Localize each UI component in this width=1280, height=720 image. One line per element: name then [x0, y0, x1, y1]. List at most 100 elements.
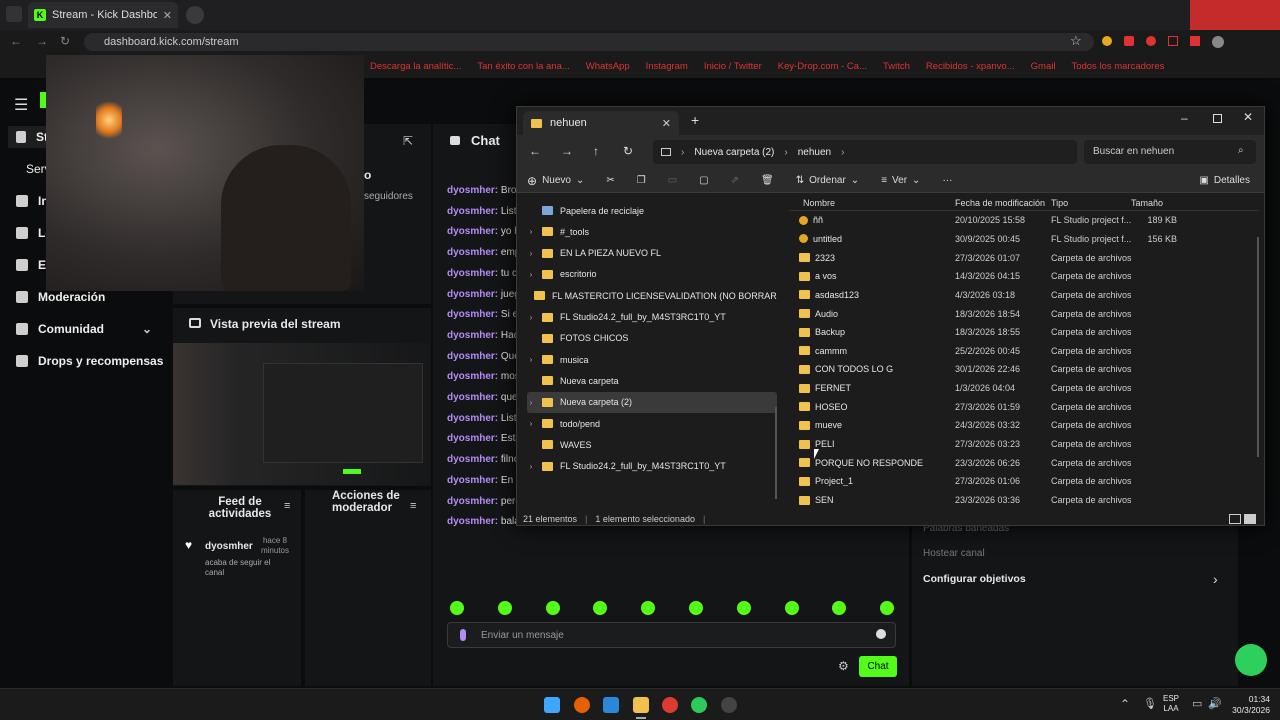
- sidebar-item-stream[interactable]: St: [8, 126, 48, 148]
- nav-tree-item[interactable]: › #_tools: [527, 221, 777, 242]
- chat-input[interactable]: Enviar un mensaje: [447, 622, 896, 648]
- bookmark-item[interactable]: Instagram: [646, 61, 688, 72]
- file-row[interactable]: mueve 24/3/2026 03:32 Carpeta de archivos: [789, 416, 1259, 435]
- copy-icon[interactable]: ❐: [637, 175, 646, 186]
- external-link-icon[interactable]: ⇱: [403, 134, 413, 148]
- close-window-button[interactable]: ✕: [1243, 110, 1253, 124]
- up-arrow-icon[interactable]: ↑: [593, 144, 599, 158]
- chat-username[interactable]: dyosmher:: [447, 309, 498, 320]
- maximize-button[interactable]: [1213, 114, 1222, 123]
- support-button[interactable]: [1235, 644, 1267, 676]
- rename-icon[interactable]: ▢: [699, 175, 708, 186]
- nav-tree-item[interactable]: WAVES: [527, 434, 777, 455]
- file-row[interactable]: Project_1 27/3/2026 01:06 Carpeta de archi…: [789, 472, 1259, 491]
- browser-tab-kick[interactable]: K Stream - Kick Dashboard ✕: [28, 2, 178, 28]
- chat-username[interactable]: dyosmher:: [447, 351, 498, 362]
- chat-username[interactable]: dyosmher:: [447, 226, 498, 237]
- nav-tree-item[interactable]: Nueva carpeta: [527, 370, 777, 391]
- emote-icon[interactable]: [497, 601, 512, 615]
- clock[interactable]: 01:34 30/3/2026: [1226, 694, 1270, 716]
- refresh-icon[interactable]: ↻: [623, 144, 633, 158]
- file-row[interactable]: cammm 25/2/2026 00:45 Carpeta de archivos: [789, 342, 1259, 361]
- url-field[interactable]: dashboard.kick.com/stream: [84, 33, 1094, 51]
- chat-message[interactable]: dyosmher: Hace: [447, 330, 517, 341]
- chat-username[interactable]: dyosmher:: [447, 516, 498, 527]
- cut-icon[interactable]: ✂: [606, 175, 614, 186]
- back-arrow-icon[interactable]: ←: [529, 144, 541, 158]
- chat-username[interactable]: dyosmher:: [447, 433, 498, 444]
- nav-tree-item[interactable]: › FL Studio24.2_full_by_M4ST3RC1T0_YT: [527, 307, 777, 328]
- new-tab-button[interactable]: [186, 6, 204, 24]
- file-row[interactable]: HOSEO 27/3/2026 01:59 Carpeta de archivos: [789, 398, 1259, 417]
- view-toggle-icons[interactable]: [1229, 514, 1256, 524]
- nav-tree-item[interactable]: FL MASTERCITO LICENSEVALIDATION (NO BORR…: [527, 285, 777, 306]
- more-options-icon[interactable]: ···: [942, 175, 952, 186]
- chevron-right-icon[interactable]: ›: [527, 227, 535, 236]
- sort-button[interactable]: ⇅ Ordenar ⌄: [796, 175, 859, 186]
- breadcrumb-item[interactable]: nehuen: [798, 147, 831, 158]
- bookmark-item-all[interactable]: Todos los marcadores: [1071, 61, 1164, 72]
- column-name[interactable]: Nombre: [789, 198, 955, 208]
- emote-icon[interactable]: [736, 601, 751, 615]
- column-type[interactable]: Tipo: [1051, 198, 1131, 208]
- close-tab-icon[interactable]: ✕: [662, 117, 671, 130]
- chat-username[interactable]: dyosmher:: [447, 475, 498, 486]
- chat-message[interactable]: dyosmher: Esta: [447, 433, 517, 444]
- chat-message[interactable]: dyosmher: balac: [447, 516, 517, 527]
- bookmark-star-icon[interactable]: ☆: [1070, 33, 1082, 49]
- browser-menu-icon[interactable]: [6, 6, 22, 22]
- emote-icon[interactable]: [784, 601, 799, 615]
- nav-tree-item[interactable]: FOTOS CHICOS: [527, 328, 777, 349]
- view-button[interactable]: ≡ Ver ⌄: [881, 175, 920, 186]
- nav-tree-item[interactable]: › todo/pend: [527, 413, 777, 434]
- chat-username[interactable]: dyosmher:: [447, 371, 498, 382]
- file-explorer-icon[interactable]: [633, 697, 649, 713]
- whatsapp-icon[interactable]: [691, 697, 707, 713]
- chevron-right-icon[interactable]: ›: [527, 462, 535, 471]
- share-icon[interactable]: ⇗: [731, 175, 739, 186]
- breadcrumb[interactable]: › Nueva carpeta (2) › nehuen ›: [653, 140, 1077, 164]
- column-date[interactable]: Fecha de modificación: [955, 198, 1051, 208]
- bookmark-item[interactable]: WhatsApp: [586, 61, 630, 72]
- chevron-right-icon[interactable]: ›: [527, 355, 535, 364]
- file-row[interactable]: 2323 27/3/2026 01:07 Carpeta de archivos: [789, 248, 1259, 267]
- chat-username[interactable]: dyosmher:: [447, 392, 498, 403]
- chevron-right-icon[interactable]: ›: [527, 398, 535, 407]
- chevron-right-icon[interactable]: ›: [527, 419, 535, 428]
- nav-tree-item[interactable]: Papelera de reciclaje: [527, 200, 777, 221]
- chat-message[interactable]: dyosmher: tu cu: [447, 268, 517, 279]
- firefox-icon[interactable]: [574, 697, 590, 713]
- nav-tree-item[interactable]: › escritorio: [527, 264, 777, 285]
- file-row[interactable]: untitled 30/9/2025 00:45 FL Studio project…: [789, 230, 1259, 249]
- file-row[interactable]: SEN 23/3/2026 03:36 Carpeta de archivos: [789, 491, 1259, 510]
- sidebar-item-community[interactable]: Comunidad ⌄: [16, 318, 176, 340]
- emote-icon[interactable]: [545, 601, 560, 615]
- emote-icon[interactable]: [450, 601, 464, 615]
- chat-message[interactable]: dyosmher: most: [447, 371, 517, 382]
- nav-tree-item[interactable]: › EN LA PIEZA NUEVO FL: [527, 243, 777, 264]
- chat-username[interactable]: dyosmher:: [447, 185, 498, 196]
- paste-icon[interactable]: ▭: [668, 175, 677, 186]
- file-row[interactable]: a vos 14/3/2026 04:15 Carpeta de archivos: [789, 267, 1259, 286]
- chat-message[interactable]: dyosmher: pero: [447, 496, 517, 507]
- back-arrow-icon[interactable]: ←: [10, 34, 22, 48]
- chat-username[interactable]: dyosmher:: [447, 330, 498, 341]
- microphone-icon[interactable]: [460, 629, 466, 641]
- chat-message[interactable]: dyosmher: jueg: [447, 289, 517, 300]
- extensions-icons[interactable]: [1102, 36, 1252, 48]
- file-row[interactable]: CON TODOS LO G 30/1/2026 22:46 Carpeta de …: [789, 360, 1259, 379]
- configure-goals-link[interactable]: Configurar objetivos: [923, 573, 1026, 585]
- sidebar-item-drops[interactable]: Drops y recompensas: [16, 350, 176, 372]
- filter-icon[interactable]: ≡: [410, 500, 416, 512]
- chat-message[interactable]: dyosmher: Listo: [447, 206, 517, 217]
- bookmark-item[interactable]: Gmail: [1031, 61, 1056, 72]
- microphone-tray-icon[interactable]: 🎙: [1143, 697, 1157, 710]
- chrome-icon[interactable]: [662, 697, 678, 713]
- chevron-right-icon[interactable]: ›: [527, 270, 535, 279]
- close-tab-icon[interactable]: ✕: [163, 9, 172, 22]
- new-button[interactable]: ⊕ Nuevo ⌄: [527, 174, 584, 188]
- chat-message[interactable]: dyosmher: que: [447, 392, 517, 403]
- bookmark-item[interactable]: Recibidos - xpanvo...: [926, 61, 1015, 72]
- windows-start-icon[interactable]: [544, 697, 560, 713]
- file-row[interactable]: asdasd123 4/3/2026 03:18 Carpeta de archiv…: [789, 286, 1259, 305]
